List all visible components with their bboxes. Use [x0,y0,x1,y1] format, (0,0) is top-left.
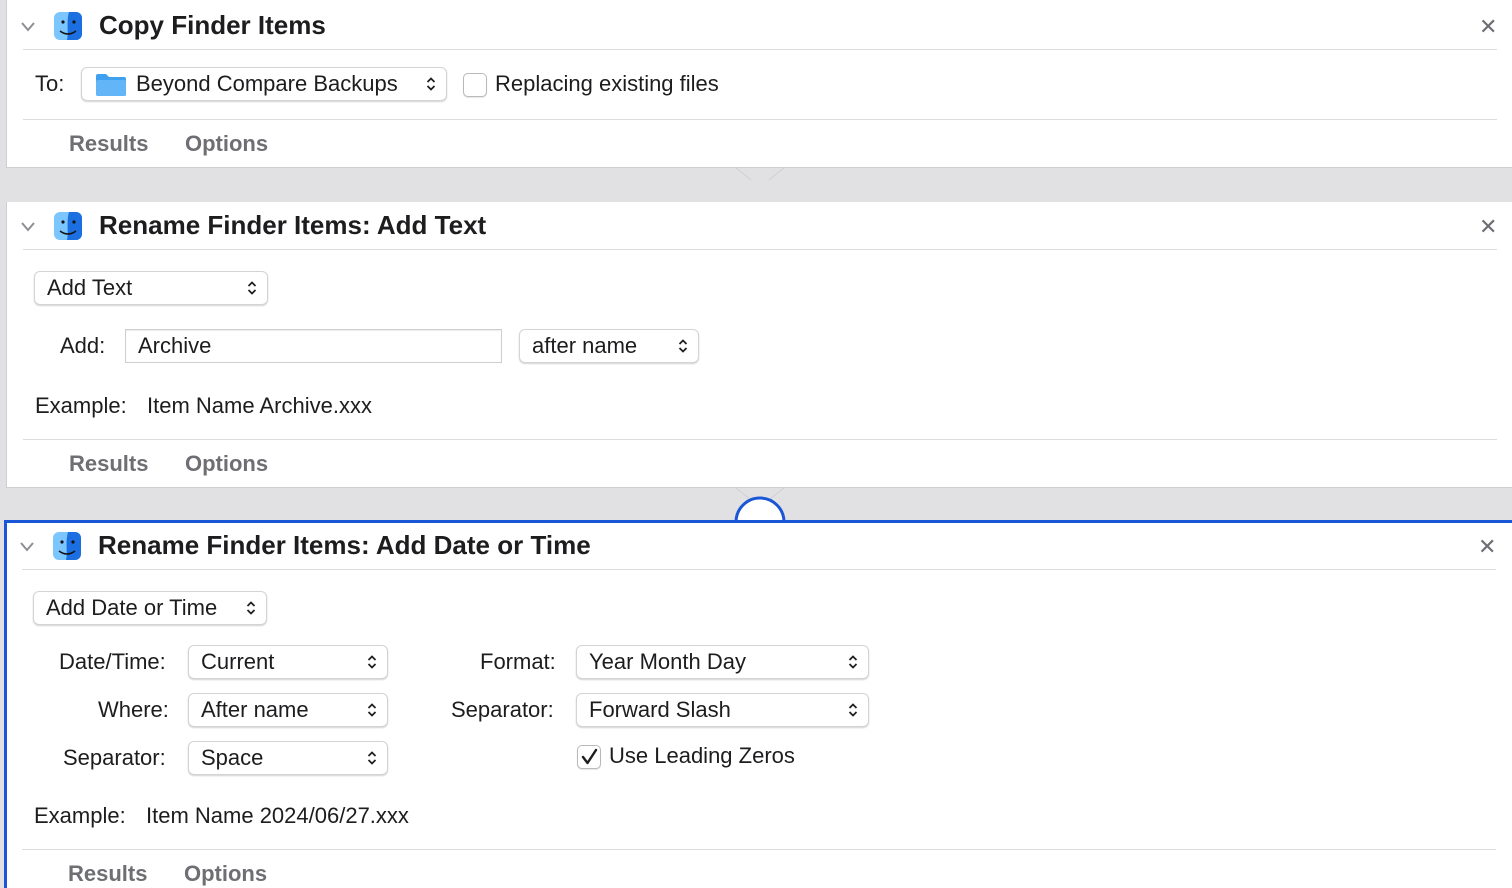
close-icon[interactable]: ✕ [1479,16,1497,38]
options-tab[interactable]: Options [185,451,268,477]
divider [22,569,1496,570]
destination-value: Beyond Compare Backups [136,71,398,96]
to-label: To: [35,71,65,96]
add-text-value: Archive [138,333,212,358]
folder-icon [96,74,126,97]
divider [22,849,1496,850]
datetime-value: Current [201,649,275,674]
action-title: Rename Finder Items: Add Date or Time [98,530,591,560]
mode-value: Add Text [47,275,133,300]
action-rename-add-text: Rename Finder Items: Add Text ✕ Add Text… [6,202,1512,488]
chevron-updown-icon [848,655,858,669]
chevron-updown-icon [246,601,256,615]
add-label: Add: [60,333,106,358]
divider [23,439,1497,440]
results-tab[interactable]: Results [68,861,147,887]
chevron-down-icon[interactable] [20,542,34,552]
chevron-updown-icon [678,339,688,353]
divider [23,249,1497,250]
options-tab[interactable]: Options [185,131,268,157]
separator-popup[interactable]: Space [188,741,388,775]
separator2-value: Forward Slash [589,697,731,722]
chevron-updown-icon [367,703,377,717]
options-tab[interactable]: Options [184,861,267,887]
example-value: Item Name 2024/06/27.xxx [146,803,409,828]
finder-icon [54,12,82,40]
results-tab[interactable]: Results [69,131,148,157]
results-tab[interactable]: Results [69,451,148,477]
close-icon[interactable]: ✕ [1479,216,1497,238]
chevron-down-icon[interactable] [21,222,35,232]
chevron-updown-icon [848,703,858,717]
divider [23,49,1497,50]
close-icon[interactable]: ✕ [1478,536,1496,558]
finder-icon [53,532,81,560]
leading-zeros-label: Use Leading Zeros [609,743,795,768]
chevron-updown-icon [426,77,436,91]
format-label: Format: [480,649,556,674]
action-title: Rename Finder Items: Add Text [99,210,487,240]
chevron-updown-icon [247,281,257,295]
datetime-popup[interactable]: Current [188,645,388,679]
datetime-label: Date/Time: [59,649,166,674]
separator2-popup[interactable]: Forward Slash [576,693,869,727]
finder-icon [54,212,82,240]
where-value: After name [201,697,309,722]
position-value: after name [532,333,638,358]
destination-popup[interactable]: Beyond Compare Backups [81,67,447,101]
where-popup[interactable]: After name [188,693,388,727]
action-copy-finder-items: Copy Finder Items ✕ To: Beyond Compare B… [6,0,1512,168]
mode-value: Add Date or Time [46,595,218,620]
replace-label: Replacing existing files [495,71,719,96]
mode-popup[interactable]: Add Text [34,271,268,305]
chevron-updown-icon [367,655,377,669]
where-label: Where: [98,697,169,722]
example-label: Example: [34,803,126,828]
action-title: Copy Finder Items [99,10,326,40]
add-text-input[interactable]: Archive [125,329,502,363]
divider [23,119,1497,120]
leading-zeros-checkbox[interactable] [577,745,601,769]
position-popup[interactable]: after name [519,329,699,363]
chevron-updown-icon [367,751,377,765]
format-popup[interactable]: Year Month Day [576,645,869,679]
mode-popup[interactable]: Add Date or Time [33,591,267,625]
example-value: Item Name Archive.xxx [147,393,372,418]
replace-checkbox[interactable] [463,73,487,97]
example-label: Example: [35,393,127,418]
action-rename-add-date: Rename Finder Items: Add Date or Time ✕ … [4,520,1512,888]
chevron-down-icon[interactable] [21,22,35,32]
separator2-label: Separator: [451,697,554,722]
format-value: Year Month Day [589,649,746,674]
separator-value: Space [201,745,264,770]
separator-label: Separator: [63,745,166,770]
checkmark-icon [581,748,598,765]
